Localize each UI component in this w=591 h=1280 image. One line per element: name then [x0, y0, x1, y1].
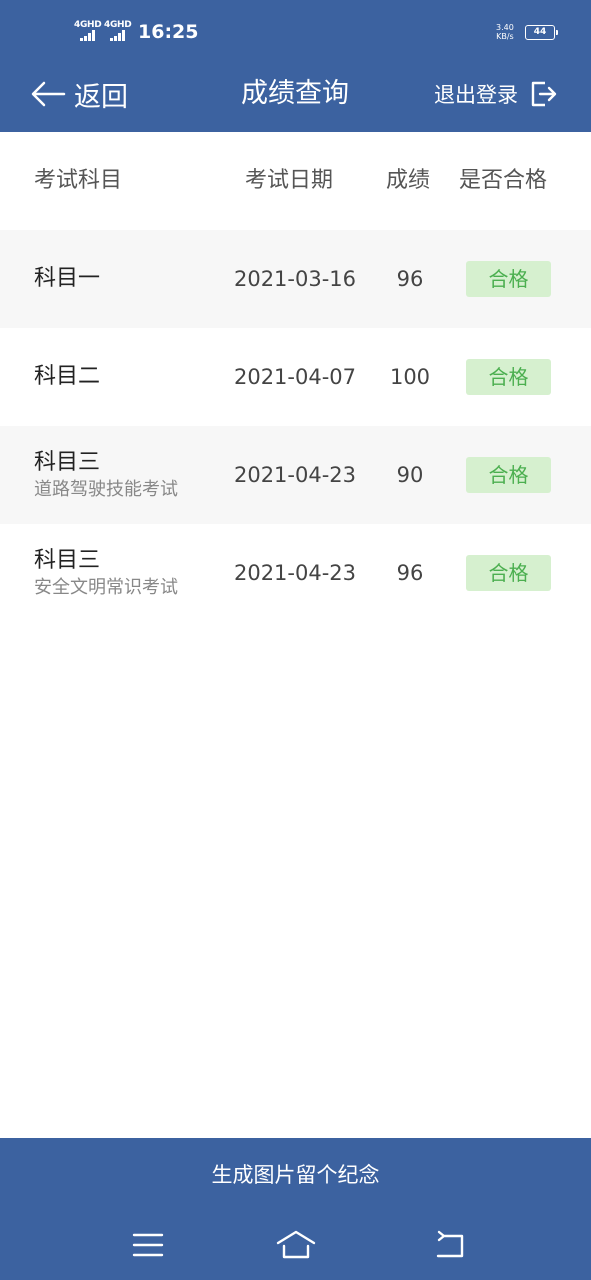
signal-bars-icon: [80, 30, 95, 41]
header-bar: 4GHD 4GHD 16:25 3.40 KB/s 44 返回 成绩查询 退出登…: [0, 0, 591, 132]
network-speed: 3.40 KB/s: [496, 23, 514, 41]
score-table: 考试科目 考试日期 成绩 是否合格 科目一 2021-03-16 96 合格 科…: [0, 132, 591, 1138]
system-nav-bar: [0, 1212, 591, 1280]
system-home-button[interactable]: [274, 1228, 318, 1262]
subject-name: 科目一: [34, 266, 101, 291]
date-cell: 2021-04-23: [233, 463, 357, 487]
pass-badge: 合格: [466, 555, 551, 591]
arrow-left-icon: [31, 81, 66, 107]
score-cell: 100: [389, 365, 431, 389]
score-cell: 96: [396, 561, 424, 585]
page-title: 成绩查询: [241, 78, 349, 109]
pass-badge: 合格: [466, 457, 551, 493]
signal-indicator-2: 4GHD: [104, 20, 132, 41]
logout-button[interactable]: 退出登录: [434, 74, 558, 114]
subject-cell: 科目二: [34, 328, 100, 426]
back-label: 返回: [74, 81, 128, 113]
back-button[interactable]: 返回: [30, 74, 128, 114]
battery-icon: 44: [525, 25, 558, 40]
column-header-result: 是否合格: [459, 168, 548, 193]
table-row: 科目三 道路驾驶技能考试 2021-04-23 90 合格: [0, 426, 591, 524]
network-speed-unit: KB/s: [496, 32, 514, 41]
subject-cell: 科目三 道路驾驶技能考试: [34, 426, 178, 524]
logout-label: 退出登录: [434, 83, 518, 107]
subject-subtitle: 道路驾驶技能考试: [34, 479, 178, 500]
nav-bar: 返回 成绩查询 退出登录: [0, 64, 591, 126]
score-cell: 90: [396, 463, 424, 487]
system-back-button[interactable]: [428, 1228, 472, 1262]
date-cell: 2021-03-16: [233, 267, 357, 291]
generate-image-button[interactable]: 生成图片留个纪念: [0, 1138, 591, 1212]
subject-cell: 科目三 安全文明常识考试: [34, 524, 178, 622]
signal-indicator-1: 4GHD: [74, 20, 102, 41]
signal-label-2: 4GHD: [104, 20, 132, 30]
table-header: 考试科目 考试日期 成绩 是否合格: [0, 132, 591, 230]
bottom-bar: 生成图片留个纪念: [0, 1138, 591, 1280]
column-header-subject: 考试科目: [34, 168, 123, 193]
menu-icon: [132, 1233, 164, 1257]
table-row: 科目二 2021-04-07 100 合格: [0, 328, 591, 426]
signal-bars-icon: [110, 30, 125, 41]
network-speed-value: 3.40: [496, 23, 514, 32]
date-cell: 2021-04-07: [233, 365, 357, 389]
back-icon: [436, 1230, 464, 1258]
logout-icon: [531, 81, 557, 107]
column-header-date: 考试日期: [245, 168, 334, 193]
home-icon: [276, 1230, 316, 1259]
signal-label-1: 4GHD: [74, 20, 102, 30]
pass-badge: 合格: [466, 359, 551, 395]
column-header-score: 成绩: [386, 168, 431, 193]
status-time: 16:25: [138, 21, 199, 43]
subject-name: 科目三: [34, 450, 101, 475]
table-row: 科目一 2021-03-16 96 合格: [0, 230, 591, 328]
subject-name: 科目二: [34, 364, 101, 389]
table-row: 科目三 安全文明常识考试 2021-04-23 96 合格: [0, 524, 591, 622]
subject-cell: 科目一: [34, 230, 100, 328]
screen: 4GHD 4GHD 16:25 3.40 KB/s 44 返回 成绩查询 退出登…: [0, 0, 591, 1280]
score-cell: 96: [396, 267, 424, 291]
date-cell: 2021-04-23: [233, 561, 357, 585]
system-menu-button[interactable]: [126, 1228, 170, 1262]
pass-badge: 合格: [466, 261, 551, 297]
status-bar: 4GHD 4GHD 16:25 3.40 KB/s 44: [0, 0, 591, 64]
battery-level: 44: [533, 27, 547, 37]
subject-name: 科目三: [34, 548, 101, 573]
subject-subtitle: 安全文明常识考试: [34, 577, 178, 598]
